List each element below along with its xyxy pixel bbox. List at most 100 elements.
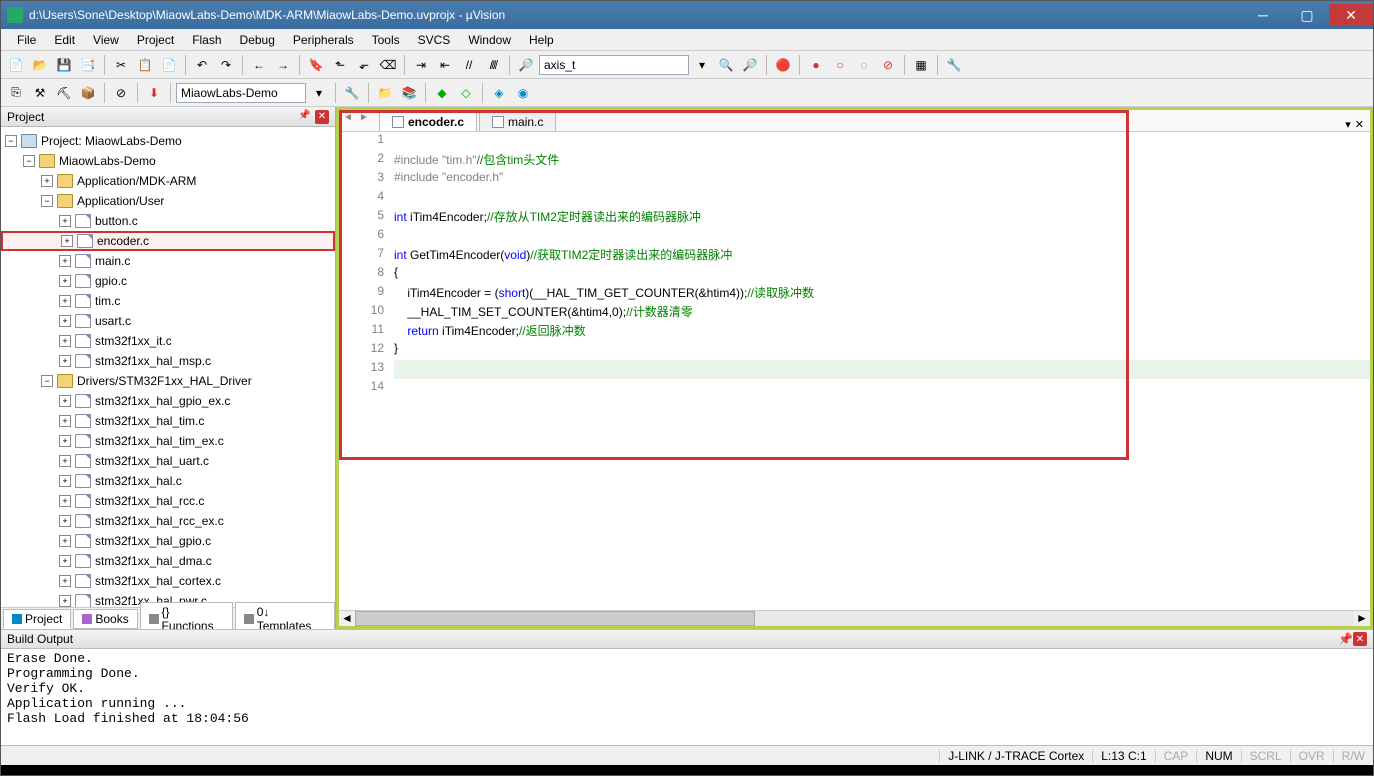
tree-item[interactable]: −Project: MiaowLabs-Demo xyxy=(1,131,335,151)
minimize-button[interactable]: ─ xyxy=(1241,4,1285,26)
expand-icon[interactable]: + xyxy=(59,535,71,547)
save-all-icon[interactable]: 📑 xyxy=(77,54,99,76)
tree-item[interactable]: +stm32f1xx_hal_gpio_ex.c xyxy=(1,391,335,411)
save-icon[interactable]: 💾 xyxy=(53,54,75,76)
expand-icon[interactable]: + xyxy=(59,275,71,287)
maximize-button[interactable]: ▢ xyxy=(1285,4,1329,26)
rebuild-icon[interactable]: ⛏ xyxy=(53,82,75,104)
collapse-icon[interactable]: − xyxy=(41,375,53,387)
tree-item[interactable]: +stm32f1xx_hal_cortex.c xyxy=(1,571,335,591)
tree-item[interactable]: +gpio.c xyxy=(1,271,335,291)
editor-hscrollbar[interactable]: ◄ ► xyxy=(339,610,1370,626)
expand-icon[interactable]: + xyxy=(59,575,71,587)
outdent-icon[interactable]: ⇤ xyxy=(434,54,456,76)
collapse-icon[interactable]: − xyxy=(5,135,17,147)
editor-tab[interactable]: main.c xyxy=(479,112,556,131)
find-dropdown-icon[interactable]: ▾ xyxy=(691,54,713,76)
open-file-icon[interactable]: 📂 xyxy=(29,54,51,76)
editor-tab[interactable]: encoder.c xyxy=(379,112,477,131)
manage-rte-icon[interactable]: ◇ xyxy=(455,82,477,104)
code-line[interactable]: #include "tim.h"//包含tim头文件 xyxy=(394,151,1370,170)
scroll-thumb[interactable] xyxy=(355,611,755,626)
bookmark-icon[interactable]: 🔖 xyxy=(305,54,327,76)
tree-item[interactable]: −Application/User xyxy=(1,191,335,211)
code-line[interactable] xyxy=(394,227,1370,246)
code-editor[interactable]: 1234567891011121314 #include "tim.h"//包含… xyxy=(339,132,1370,610)
incremental-find-icon[interactable]: 🔎 xyxy=(739,54,761,76)
uncomment-icon[interactable]: /̸/̸ xyxy=(482,54,504,76)
window-layout-icon[interactable]: ▦ xyxy=(910,54,932,76)
comment-icon[interactable]: // xyxy=(458,54,480,76)
expand-icon[interactable]: + xyxy=(59,215,71,227)
expand-icon[interactable]: + xyxy=(59,355,71,367)
tree-item[interactable]: +button.c xyxy=(1,211,335,231)
menu-svcs[interactable]: SVCS xyxy=(410,31,459,49)
copy-icon[interactable]: 📋 xyxy=(134,54,156,76)
build-output[interactable]: Erase Done. Programming Done. Verify OK.… xyxy=(1,649,1373,745)
tree-item[interactable]: −MiaowLabs-Demo xyxy=(1,151,335,171)
nav-back-icon[interactable]: ← xyxy=(248,54,270,76)
tree-item[interactable]: +stm32f1xx_hal_rcc_ex.c xyxy=(1,511,335,531)
cut-icon[interactable]: ✂ xyxy=(110,54,132,76)
paste-icon[interactable]: 📄 xyxy=(158,54,180,76)
expand-icon[interactable]: + xyxy=(59,455,71,467)
menu-view[interactable]: View xyxy=(85,31,127,49)
code-line[interactable]: __HAL_TIM_SET_COUNTER(&htim4,0);//计数器清零 xyxy=(394,303,1370,322)
expand-icon[interactable]: + xyxy=(59,595,71,607)
target-dropdown-icon[interactable]: ▾ xyxy=(308,82,330,104)
code-line[interactable]: { xyxy=(394,265,1370,284)
tree-item[interactable]: +usart.c xyxy=(1,311,335,331)
tree-item[interactable]: +stm32f1xx_hal.c xyxy=(1,471,335,491)
batch-build-icon[interactable]: 📦 xyxy=(77,82,99,104)
select-software-icon[interactable]: ◈ xyxy=(488,82,510,104)
panel-pin-icon[interactable]: 📌 xyxy=(298,110,312,124)
pack-installer-icon[interactable]: ◆ xyxy=(431,82,453,104)
nav-fwd-icon[interactable]: → xyxy=(272,54,294,76)
code-line[interactable]: iTim4Encoder = (short)(__HAL_TIM_GET_COU… xyxy=(394,284,1370,303)
tree-item[interactable]: −Drivers/STM32F1xx_HAL_Driver xyxy=(1,371,335,391)
debug-icon[interactable]: 🔴 xyxy=(772,54,794,76)
panel-tab-project[interactable]: Project xyxy=(3,609,71,629)
menu-project[interactable]: Project xyxy=(129,31,182,49)
expand-icon[interactable]: + xyxy=(59,555,71,567)
panel-close-icon[interactable]: ✕ xyxy=(315,110,329,124)
tab-close-icon[interactable]: ✕ xyxy=(1355,118,1364,131)
build-icon[interactable]: ⚒ xyxy=(29,82,51,104)
code-line[interactable] xyxy=(394,379,1370,398)
tree-item[interactable]: +stm32f1xx_hal_uart.c xyxy=(1,451,335,471)
scroll-right-icon[interactable]: ► xyxy=(1354,611,1370,626)
build-pin-icon[interactable]: 📌 xyxy=(1338,632,1353,646)
collapse-icon[interactable]: − xyxy=(41,195,53,207)
editor-nav-back-icon[interactable]: ◄ xyxy=(343,112,357,126)
target-combo[interactable]: MiaowLabs-Demo xyxy=(176,83,306,103)
find-combo[interactable]: axis_t xyxy=(539,55,689,75)
menu-tools[interactable]: Tools xyxy=(364,31,408,49)
expand-icon[interactable]: + xyxy=(59,295,71,307)
tree-item[interactable]: +tim.c xyxy=(1,291,335,311)
breakpoint-kill-icon[interactable]: ⊘ xyxy=(877,54,899,76)
breakpoint-insert-icon[interactable]: ● xyxy=(805,54,827,76)
stop-build-icon[interactable]: ⊘ xyxy=(110,82,132,104)
find-in-files-icon[interactable]: 🔎 xyxy=(515,54,537,76)
code-line[interactable] xyxy=(394,132,1370,151)
menu-flash[interactable]: Flash xyxy=(184,31,229,49)
breakpoint-disable-icon[interactable]: ◌ xyxy=(853,54,875,76)
tree-item[interactable]: +stm32f1xx_hal_msp.c xyxy=(1,351,335,371)
tree-item[interactable]: +stm32f1xx_hal_tim.c xyxy=(1,411,335,431)
menu-file[interactable]: File xyxy=(9,31,44,49)
code-lines[interactable]: #include "tim.h"//包含tim头文件#include "enco… xyxy=(394,132,1370,610)
code-line[interactable] xyxy=(394,189,1370,208)
expand-icon[interactable]: + xyxy=(61,235,73,247)
menu-help[interactable]: Help xyxy=(521,31,562,49)
editor-nav-fwd-icon[interactable]: ► xyxy=(359,112,373,126)
redo-icon[interactable]: ↷ xyxy=(215,54,237,76)
menu-peripherals[interactable]: Peripherals xyxy=(285,31,362,49)
tree-item[interactable]: +encoder.c xyxy=(1,231,335,251)
bookmark-clear-icon[interactable]: ⌫ xyxy=(377,54,399,76)
expand-icon[interactable]: + xyxy=(59,495,71,507)
indent-icon[interactable]: ⇥ xyxy=(410,54,432,76)
menu-edit[interactable]: Edit xyxy=(46,31,83,49)
code-line[interactable]: } xyxy=(394,341,1370,360)
expand-icon[interactable]: + xyxy=(59,335,71,347)
undo-icon[interactable]: ↶ xyxy=(191,54,213,76)
